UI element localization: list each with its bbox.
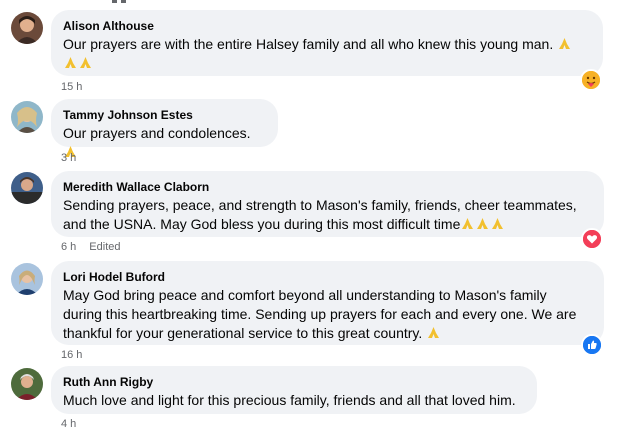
comment-time[interactable]: 6 h (61, 241, 76, 253)
comment-time[interactable]: 3 h (61, 152, 76, 164)
comment-text-line: and the USNA. May God bless you during t… (63, 216, 461, 232)
folded-hands-emoji-icon (78, 55, 93, 68)
like-thumb-reaction-icon[interactable] (581, 334, 603, 356)
comment-time[interactable]: 15 h (61, 81, 82, 93)
comment-meta: 16 h (61, 349, 82, 361)
avatar[interactable] (11, 12, 43, 44)
care-emoji-reaction-icon[interactable] (580, 69, 602, 91)
comment-text: May God bring peace and comfort beyond a… (63, 286, 592, 343)
comment-meta: 6 h Edited (61, 241, 121, 253)
comment-bubble: Alison Althouse Our prayers are with the… (51, 10, 603, 76)
comment-bubble: Meredith Wallace Claborn Sending prayers… (51, 171, 604, 237)
comment-bubble: Ruth Ann Rigby Much love and light for t… (51, 366, 537, 414)
commenter-name[interactable]: Ruth Ann Rigby (63, 374, 525, 390)
comment-text: Sending prayers, peace, and strength to … (63, 196, 592, 234)
comment-meta: 4 h (61, 418, 76, 430)
comment-text-line: Much love and light for this precious fa… (63, 392, 516, 408)
commenter-name[interactable]: Alison Althouse (63, 18, 591, 34)
comment-text-line: during this heartbreaking time. Sending … (63, 306, 577, 322)
comment-text: Much love and light for this precious fa… (63, 391, 525, 410)
avatar[interactable] (11, 368, 43, 400)
cropped-previous-comment-edge (112, 0, 126, 3)
edited-label[interactable]: Edited (89, 241, 120, 253)
comment-bubble: Tammy Johnson Estes Our prayers and cond… (51, 99, 278, 157)
commenter-name[interactable]: Lori Hodel Buford (63, 269, 592, 285)
avatar[interactable] (11, 101, 43, 133)
avatar[interactable] (11, 263, 43, 295)
folded-hands-emoji-icon (460, 216, 475, 229)
commenter-name[interactable]: Tammy Johnson Estes (63, 107, 266, 123)
avatar[interactable] (11, 172, 43, 204)
comment-text-line: Sending prayers, peace, and strength to … (63, 197, 577, 213)
comment-meta: 15 h (61, 81, 82, 93)
comment-bubble: Lori Hodel Buford May God bring peace an… (51, 261, 604, 345)
folded-hands-emoji-icon (63, 55, 78, 68)
love-heart-reaction-icon[interactable] (581, 228, 603, 250)
comment-text: Our prayers are with the entire Halsey f… (63, 35, 591, 73)
comment-text-line: Our prayers are with the entire Halsey f… (63, 36, 554, 52)
folded-hands-emoji-icon (475, 216, 490, 229)
comment-time[interactable]: 16 h (61, 349, 82, 361)
comment-text: Our prayers and condolences. (63, 124, 266, 162)
commenter-name[interactable]: Meredith Wallace Claborn (63, 179, 592, 195)
comment-text-line: Our prayers and condolences. (63, 125, 251, 141)
folded-hands-emoji-icon (426, 325, 441, 338)
comment-time[interactable]: 4 h (61, 418, 76, 430)
folded-hands-emoji-icon (490, 216, 505, 229)
comment-meta: 3 h (61, 152, 76, 164)
comment-text-line: thankful for your generational service t… (63, 325, 423, 341)
folded-hands-emoji-icon (557, 36, 572, 49)
comment-text-line: May God bring peace and comfort beyond a… (63, 287, 547, 303)
